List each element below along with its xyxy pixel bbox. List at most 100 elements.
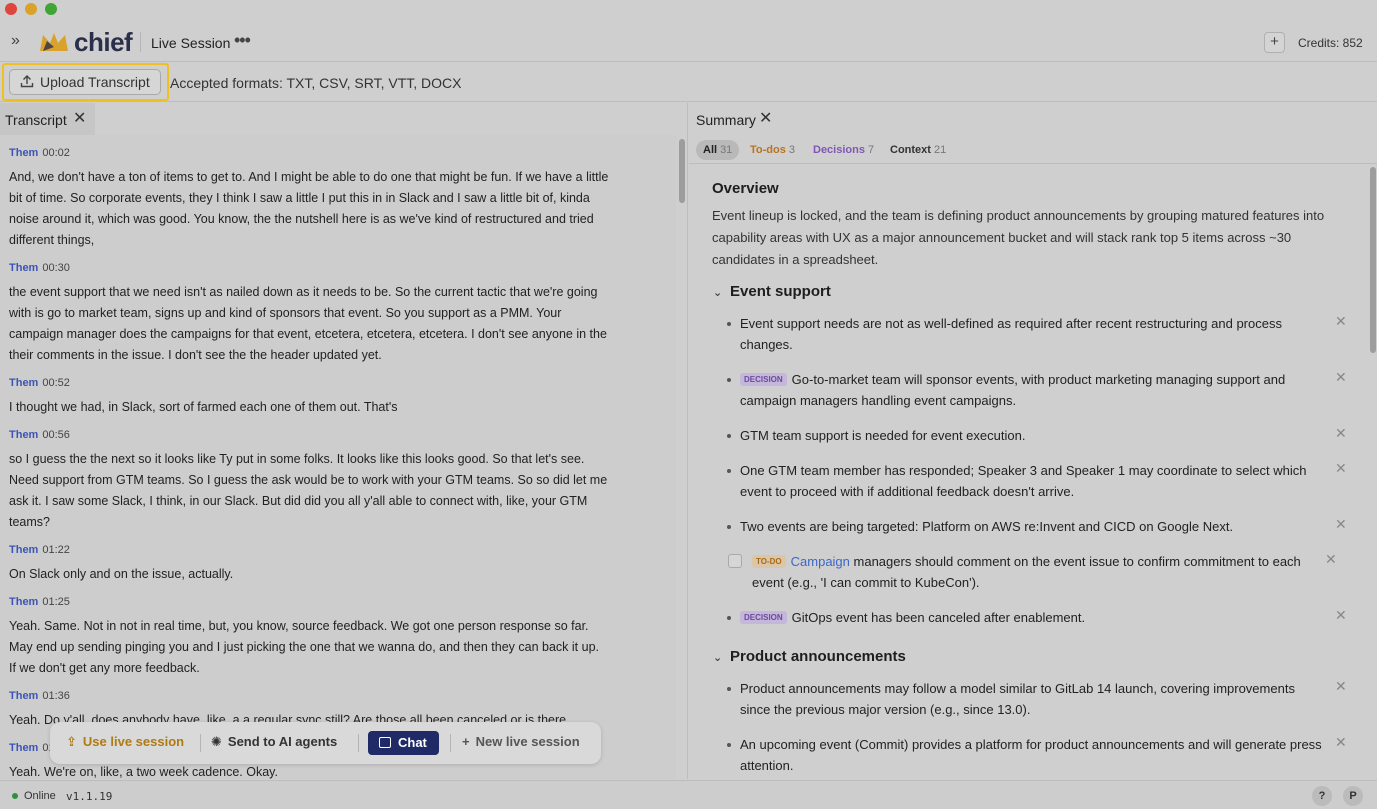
expand-sidebar-icon[interactable]: » — [11, 32, 20, 50]
dismiss-icon[interactable]: ✕ — [1335, 676, 1347, 697]
item-text: Product announcements may follow a model… — [740, 681, 1295, 717]
close-tab-icon[interactable]: ✕ — [759, 108, 772, 128]
transcript-scrollbar[interactable] — [679, 139, 685, 203]
action-toolbar: ⇪ Use live session ✺ Send to AI agents Cha… — [50, 722, 601, 764]
transcript-entry: Them 00:02 And, we don't have a ton of it… — [9, 147, 609, 251]
dismiss-icon[interactable]: ✕ — [1335, 605, 1347, 626]
summary-filters: All 31 To-dos 3 Decisions 7 Context 21 — [689, 136, 1377, 164]
app-header: » chief Live Session ••• + Credits: 852 — [0, 22, 1377, 62]
help-button[interactable]: ? — [1312, 786, 1332, 806]
filter-context[interactable]: Context 21 — [883, 140, 953, 160]
summary-content[interactable]: Overview Event lineup is locked, and the… — [689, 165, 1369, 779]
item-text: An upcoming event (Commit) provides a pl… — [740, 737, 1322, 773]
chevron-down-icon[interactable]: ⌄ — [713, 651, 727, 664]
item-text: One GTM team member has responded; Speak… — [740, 463, 1307, 499]
chat-button[interactable]: Chat — [368, 731, 439, 755]
todo-item: TO-DO Campaign managers should comment on… — [728, 551, 1337, 593]
filter-label: Decisions — [813, 144, 865, 156]
filter-label: All — [703, 144, 718, 156]
timestamp: 01:22 — [42, 544, 70, 556]
status-bar: Online v1.1.19 ? P — [0, 780, 1377, 809]
speaker-name: Them — [9, 544, 39, 556]
speaker-link[interactable]: Campaign — [791, 554, 850, 569]
overview-text: Event lineup is locked, and the team is … — [712, 208, 1325, 267]
speaker-name: Them — [9, 690, 39, 702]
more-options-icon[interactable]: ••• — [234, 30, 251, 51]
todo-badge: TO-DO — [752, 555, 786, 568]
transcript-list[interactable]: Them 00:02 And, we don't have a ton of it… — [0, 135, 676, 779]
title-bar — [0, 0, 1377, 20]
filter-todos[interactable]: To-dos 3 — [743, 140, 802, 160]
plus-icon: + — [462, 734, 470, 749]
profile-avatar[interactable]: P — [1343, 786, 1363, 806]
add-button[interactable]: + — [1264, 32, 1285, 53]
filter-decisions[interactable]: Decisions 7 — [806, 140, 881, 160]
session-title[interactable]: Live Session — [151, 35, 230, 51]
summary-item: One GTM team member has responded; Speak… — [727, 460, 1347, 502]
transcript-panel: Transcript ✕ Them 00:02 And, we don't hav… — [0, 103, 688, 779]
summary-item: Event support needs are not as well-defi… — [727, 313, 1347, 355]
bullet-icon — [727, 378, 731, 382]
chat-icon — [379, 737, 391, 748]
transcript-text: so I guess the the next so it looks like… — [9, 452, 608, 529]
summary-scrollbar[interactable] — [1370, 167, 1376, 353]
section-product-announcements[interactable]: ⌄ Product announcements — [713, 648, 906, 665]
dismiss-icon[interactable]: ✕ — [1335, 458, 1347, 479]
chevron-down-icon[interactable]: ⌄ — [713, 286, 727, 299]
online-status-icon — [12, 793, 18, 799]
dismiss-icon[interactable]: ✕ — [1335, 514, 1347, 535]
close-window-button[interactable] — [5, 3, 17, 15]
summary-item: GTM team support is needed for event exe… — [727, 425, 1347, 446]
todo-checkbox[interactable] — [728, 554, 742, 568]
item-text: GTM team support is needed for event exe… — [740, 428, 1026, 443]
speaker-name: Them — [9, 596, 39, 608]
bullet-icon — [727, 469, 731, 473]
transcript-entry: Them 00:30 the event support that we need… — [9, 262, 609, 366]
dismiss-icon[interactable]: ✕ — [1335, 732, 1347, 753]
minimize-window-button[interactable] — [25, 3, 37, 15]
online-status: Online — [24, 790, 56, 802]
section-event-support[interactable]: ⌄ Event support — [713, 283, 831, 300]
summary-item: DECISION Go-to-market team will sponsor e… — [727, 369, 1347, 411]
dismiss-icon[interactable]: ✕ — [1335, 423, 1347, 444]
filter-count: 21 — [933, 144, 947, 156]
timestamp: 00:56 — [42, 429, 70, 441]
item-text: Event support needs are not as well-defi… — [740, 316, 1282, 352]
tab-transcript[interactable]: Transcript ✕ — [0, 103, 95, 135]
decision-badge: DECISION — [740, 611, 787, 624]
maximize-window-button[interactable] — [45, 3, 57, 15]
use-live-session-label: Use live session — [82, 734, 185, 749]
dismiss-icon[interactable]: ✕ — [1335, 311, 1347, 332]
header-divider — [140, 32, 141, 52]
dismiss-icon[interactable]: ✕ — [1335, 367, 1347, 388]
filter-count: 31 — [720, 144, 733, 156]
ai-agent-icon: ✺ — [211, 734, 222, 749]
speaker-name: Them — [9, 377, 39, 389]
tab-label: Summary — [696, 112, 756, 128]
toolbar-divider — [358, 734, 359, 752]
filter-count: 3 — [788, 144, 795, 156]
decision-badge: DECISION — [740, 373, 787, 386]
upload-transcript-button[interactable]: Upload Transcript — [9, 69, 161, 95]
transcript-text: On Slack only and on the issue, actually… — [9, 567, 234, 581]
section-title: Product announcements — [730, 648, 906, 665]
section-title: Event support — [730, 283, 831, 300]
transcript-text: Yeah. We're on, like, a two week cadence… — [9, 765, 278, 779]
summary-item: An upcoming event (Commit) provides a pl… — [727, 734, 1347, 776]
timestamp: 00:30 — [42, 262, 70, 274]
bullet-icon — [727, 434, 731, 438]
use-live-session-button[interactable]: ⇪ Use live session — [66, 734, 184, 750]
upload-bar: Upload Transcript Accepted formats: TXT,… — [0, 62, 1377, 102]
dismiss-icon[interactable]: ✕ — [1325, 549, 1337, 570]
bullet-icon — [727, 687, 731, 691]
bullet-icon — [727, 322, 731, 326]
close-tab-icon[interactable]: ✕ — [73, 108, 86, 128]
new-live-session-button[interactable]: + New live session — [462, 734, 580, 749]
summary-item: DECISION GitOps event has been canceled a… — [727, 607, 1347, 628]
send-to-ai-agents-button[interactable]: ✺ Send to AI agents — [211, 734, 337, 750]
transcript-entry: Them 01:25 Yeah. Same. Not in not in real… — [9, 596, 609, 679]
tab-label: Transcript — [5, 112, 67, 128]
tab-summary[interactable]: Summary ✕ — [689, 103, 781, 135]
speaker-name: Them — [9, 742, 39, 754]
filter-all[interactable]: All 31 — [696, 140, 740, 160]
